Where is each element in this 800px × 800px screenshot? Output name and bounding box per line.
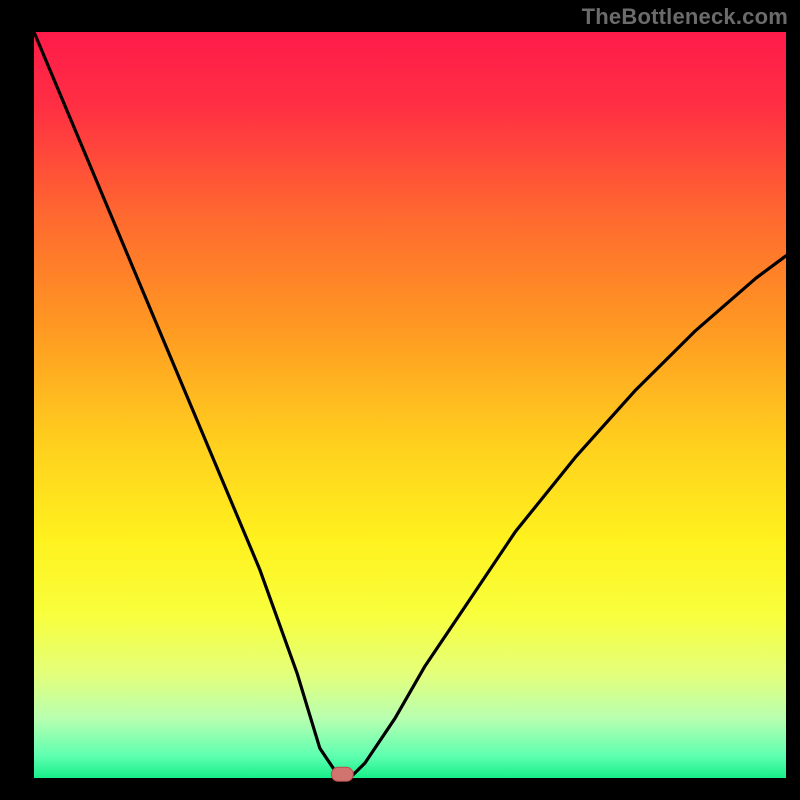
optimum-marker bbox=[331, 767, 353, 781]
bottleneck-chart bbox=[0, 0, 800, 800]
plot-background bbox=[34, 32, 786, 778]
chart-frame: { "watermark": "TheBottleneck.com", "col… bbox=[0, 0, 800, 800]
